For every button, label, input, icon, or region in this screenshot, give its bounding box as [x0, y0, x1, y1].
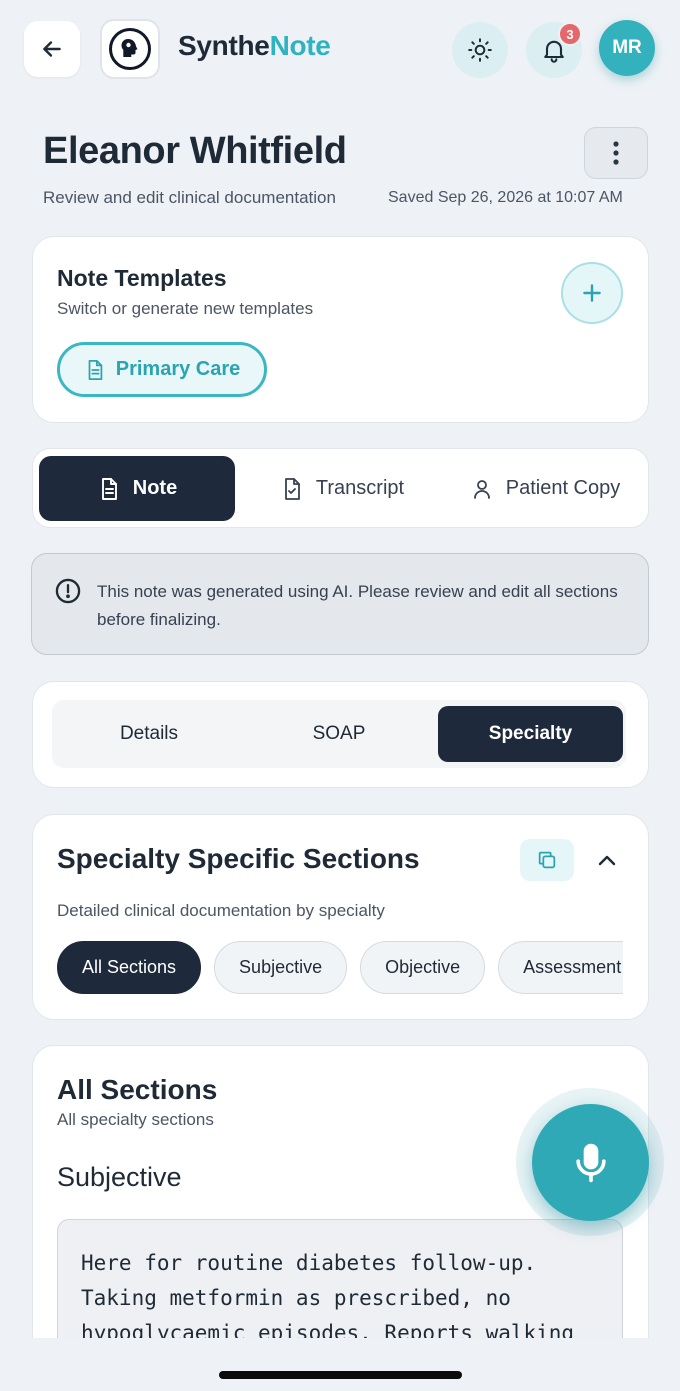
ai-notice-text: This note was generated using AI. Please…	[97, 582, 618, 629]
tab-label: Transcript	[315, 477, 405, 499]
plus-icon	[583, 284, 601, 302]
app-logo	[100, 19, 160, 79]
tab-label: Note	[132, 477, 178, 499]
tab-note[interactable]: Note	[39, 456, 235, 521]
specialty-subtitle: Detailed clinical documentation by speci…	[57, 901, 385, 920]
tab-label: Patient Copy	[505, 477, 621, 499]
page-subtitle: Review and edit clinical documentation	[43, 188, 336, 207]
segment-details[interactable]: Details	[60, 706, 238, 762]
patient-name: Eleanor Whitfield	[43, 130, 347, 172]
notification-count-badge: 3	[558, 22, 582, 46]
copy-button[interactable]	[520, 839, 574, 881]
back-button[interactable]	[24, 21, 80, 77]
subjective-heading: Subjective	[57, 1162, 182, 1192]
file-check-icon	[285, 477, 300, 500]
chevron-up-icon	[598, 855, 616, 866]
alert-circle-icon	[54, 577, 82, 610]
all-sections-title: All Sections	[57, 1074, 218, 1105]
tab-transcript[interactable]: Transcript	[252, 456, 432, 521]
note-templates-title: Note Templates	[57, 265, 227, 291]
record-microphone-button[interactable]	[532, 1104, 649, 1221]
chip-all-sections[interactable]: All Sections	[57, 941, 202, 994]
note-templates-subtitle: Switch or generate new templates	[57, 299, 314, 318]
sun-icon	[468, 38, 492, 62]
template-chip-label: Primary Care	[115, 358, 241, 380]
segment-soap[interactable]: SOAP	[250, 706, 428, 762]
document-icon	[88, 359, 103, 380]
home-indicator[interactable]	[219, 1371, 462, 1379]
brain-head-icon	[109, 28, 151, 70]
template-chip-primary-care[interactable]: Primary Care	[57, 342, 267, 397]
more-options-button[interactable]	[584, 127, 648, 179]
saved-status: Saved Sep 26, 2026 at 10:07 AM	[388, 189, 623, 206]
copy-icon	[538, 851, 556, 869]
tab-patient-copy[interactable]: Patient Copy	[448, 456, 642, 521]
add-template-button[interactable]	[561, 262, 623, 324]
arrow-left-icon	[43, 41, 61, 57]
theme-toggle-button[interactable]	[452, 22, 508, 78]
subjective-text: Here for routine diabetes follow-up. Tak…	[81, 1251, 575, 1345]
all-sections-subtitle: All specialty sections	[57, 1110, 214, 1129]
more-vertical-icon	[613, 141, 619, 165]
bottom-safe-area	[0, 1338, 680, 1391]
brand-name-part1: Synthe	[178, 30, 270, 61]
chip-subjective[interactable]: Subjective	[214, 941, 348, 994]
collapse-button[interactable]	[592, 846, 622, 876]
microphone-icon	[575, 1143, 606, 1182]
section-filter-chips: All Sections Subjective Objective Assess…	[57, 941, 623, 995]
specialty-title: Specialty Specific Sections	[57, 843, 420, 874]
brand-name: SyntheNote	[178, 30, 331, 62]
document-icon	[101, 477, 117, 500]
chip-assessment[interactable]: Assessment	[498, 941, 623, 994]
user-avatar[interactable]: MR	[599, 20, 655, 76]
brand-name-part2: Note	[269, 30, 331, 61]
chip-objective[interactable]: Objective	[360, 941, 486, 994]
segment-specialty[interactable]: Specialty	[438, 706, 623, 762]
user-icon	[473, 479, 490, 499]
